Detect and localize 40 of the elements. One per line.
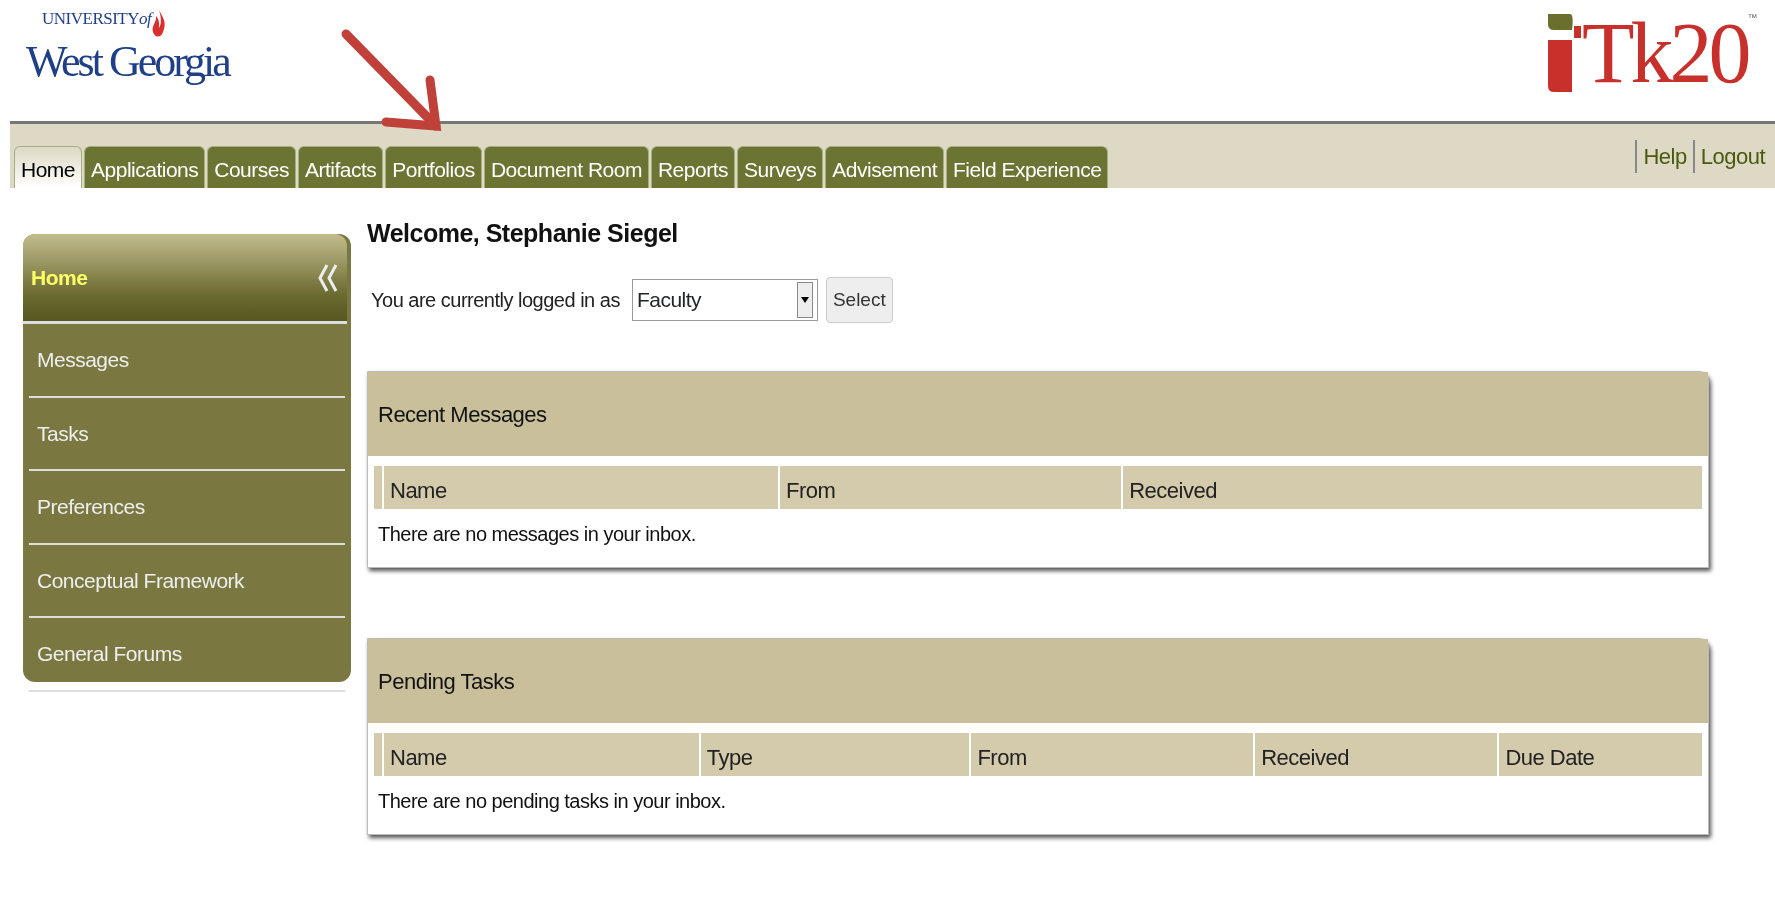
sidebar-item[interactable]: Preferences <box>29 471 345 545</box>
column-header: Received <box>1121 466 1702 509</box>
logo-text: UNIVERSITY <box>42 10 139 27</box>
header-link[interactable]: Logout <box>1692 140 1771 173</box>
nav-tab[interactable]: Surveys <box>736 146 824 188</box>
sidebar-item[interactable]: Conceptual Framework <box>29 544 345 618</box>
trademark-text: ™ <box>1747 11 1757 23</box>
nav-tab[interactable]: Portfolios <box>385 146 482 188</box>
sidebar-item[interactable]: General Forums <box>29 618 345 692</box>
column-header: From <box>778 466 1122 509</box>
column-header: Due Date <box>1497 733 1702 776</box>
nav-tab[interactable]: Courses <box>207 146 296 188</box>
column-header: Name <box>382 733 699 776</box>
select-button[interactable]: Select <box>825 276 893 323</box>
empty-message: There are no messages in your inbox. <box>377 522 697 547</box>
nav-tab[interactable]: Advisement <box>825 146 945 188</box>
sidebar-item[interactable]: Tasks <box>29 397 345 471</box>
panel-title: Pending Tasks <box>378 667 515 696</box>
nav-tab[interactable]: Field Experience <box>946 146 1109 188</box>
column-header: From <box>969 733 1254 776</box>
logo-text: West Georgia <box>26 40 229 84</box>
brand-logo-text: Tk20 <box>1581 10 1748 96</box>
sidebar-title[interactable]: Home <box>31 261 88 294</box>
nav-tab[interactable]: Home <box>14 146 83 188</box>
logo-text: of <box>139 10 152 27</box>
welcome-heading: Welcome, Stephanie Siegel <box>367 218 679 249</box>
header-link[interactable]: Help <box>1635 140 1693 173</box>
panel-title: Recent Messages <box>378 400 547 429</box>
empty-message: There are no pending tasks in your inbox. <box>377 789 727 814</box>
nav-tab[interactable]: Applications <box>84 146 206 188</box>
column-header: Name <box>382 466 778 509</box>
role-dropdown[interactable]: Faculty <box>631 278 818 321</box>
sidebar-item[interactable]: Messages <box>29 324 345 398</box>
role-label: You are currently logged in as <box>371 287 620 313</box>
nav-tab[interactable]: Document Room <box>483 146 649 188</box>
column-header: Type <box>698 733 970 776</box>
column-header: Received <box>1253 733 1498 776</box>
collapse-icon[interactable] <box>317 262 339 293</box>
nav-tab[interactable]: Artifacts <box>297 146 384 188</box>
nav-tab[interactable]: Reports <box>650 146 735 188</box>
